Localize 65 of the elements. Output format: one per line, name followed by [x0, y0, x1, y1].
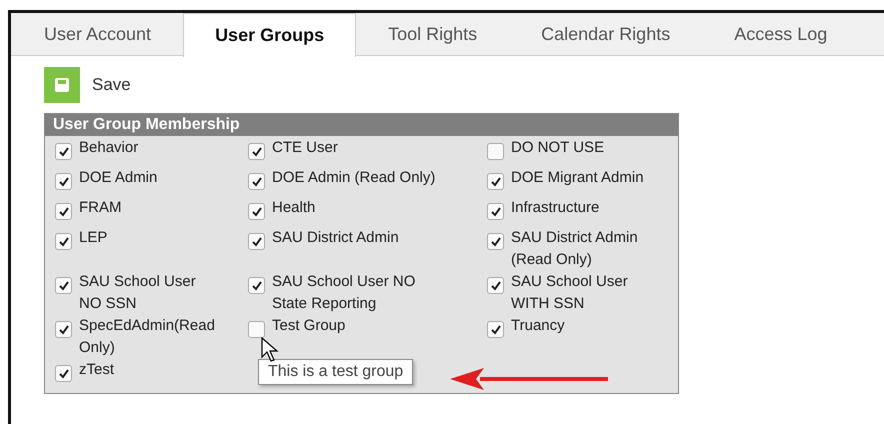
group-label: SAU School User NO State Reporting — [272, 272, 416, 314]
check-icon — [58, 176, 70, 188]
check-icon — [250, 280, 262, 292]
tab[interactable]: Tool Rights — [356, 13, 510, 55]
check-icon — [250, 176, 262, 188]
checkbox[interactable] — [248, 143, 265, 160]
group-label: Infrastructure — [511, 198, 600, 218]
group-label: DO NOT USE — [511, 138, 604, 158]
panel-title: User Group Membership — [45, 114, 678, 136]
checkbox[interactable] — [487, 143, 504, 160]
group-label: Test Group — [272, 316, 346, 336]
save-button[interactable]: Save — [88, 75, 135, 95]
checkbox[interactable] — [55, 143, 72, 160]
group-label: LEP — [79, 228, 108, 248]
group-label: SAU School User NO SSN — [79, 272, 197, 314]
checkbox[interactable] — [55, 321, 72, 338]
check-icon — [490, 324, 502, 336]
checkbox[interactable] — [487, 173, 504, 190]
group-label: DOE Migrant Admin — [511, 168, 644, 188]
check-icon — [250, 206, 262, 218]
checkbox[interactable] — [487, 233, 504, 250]
group-label: zTest — [79, 360, 114, 380]
group-label: SpecEdAdmin(Read Only) — [79, 316, 216, 358]
check-icon — [250, 146, 262, 158]
check-icon — [58, 146, 70, 158]
checkbox[interactable] — [248, 203, 265, 220]
group-label: DOE Admin (Read Only) — [272, 168, 436, 188]
checkbox[interactable] — [248, 233, 265, 250]
check-icon — [58, 368, 70, 380]
group-label: CTE User — [272, 138, 338, 158]
check-icon — [490, 206, 502, 218]
checkbox[interactable] — [487, 277, 504, 294]
check-icon — [490, 236, 502, 248]
group-label: SAU District Admin — [272, 228, 399, 248]
checkbox[interactable] — [248, 173, 265, 190]
group-label: FRAM — [79, 198, 122, 218]
checkbox[interactable] — [248, 321, 265, 338]
tab[interactable]: User Groups — [183, 13, 356, 57]
checkbox[interactable] — [55, 173, 72, 190]
group-label: DOE Admin — [79, 168, 158, 188]
checkbox[interactable] — [55, 365, 72, 382]
group-label: Truancy — [511, 316, 565, 336]
check-icon — [58, 280, 70, 292]
tooltip: This is a test group — [258, 359, 414, 385]
check-icon — [250, 236, 262, 248]
checkbox[interactable] — [55, 233, 72, 250]
arrow-icon — [450, 367, 610, 391]
checkbox[interactable] — [248, 277, 265, 294]
tab[interactable]: Calendar Rights — [509, 13, 702, 55]
checkbox[interactable] — [487, 321, 504, 338]
group-label: Health — [272, 198, 316, 218]
check-icon — [58, 206, 70, 218]
checkbox[interactable] — [487, 203, 504, 220]
check-icon — [58, 236, 70, 248]
tab[interactable]: User Account — [11, 13, 184, 55]
check-icon — [58, 324, 70, 336]
group-label: SAU District Admin (Read Only) — [511, 228, 639, 270]
checkbox[interactable] — [55, 203, 72, 220]
group-label: Behavior — [79, 138, 138, 158]
tab[interactable]: Access Log — [702, 13, 860, 55]
group-label: SAU School User WITH SSN — [511, 272, 629, 314]
check-icon — [490, 280, 502, 292]
check-icon — [490, 176, 502, 188]
cursor-icon — [261, 337, 279, 363]
checkbox[interactable] — [55, 277, 72, 294]
